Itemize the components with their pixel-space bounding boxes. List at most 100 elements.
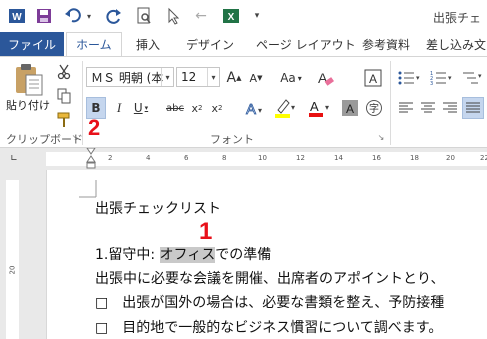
vertical-ruler[interactable]: 20 bbox=[6, 180, 19, 339]
font-name-select[interactable]: ＭＳ 明朝 (本 ▾ bbox=[86, 67, 174, 87]
clipboard-launcher-icon[interactable]: ↘ bbox=[70, 131, 80, 143]
ruler-mark: 12 bbox=[296, 154, 305, 162]
indent-marker-icon[interactable] bbox=[86, 148, 96, 170]
bullets-icon[interactable]: ▾ bbox=[396, 67, 424, 89]
align-center-icon[interactable] bbox=[418, 97, 438, 119]
touch-mode-icon[interactable] bbox=[164, 5, 182, 27]
clear-formatting-icon[interactable]: A bbox=[314, 67, 336, 89]
undo-icon[interactable] bbox=[62, 5, 84, 27]
line1-suffix: での準備 bbox=[215, 247, 272, 263]
font-name-value: ＭＳ 明朝 (本 bbox=[91, 70, 164, 85]
tab-page-layout[interactable]: ページ レイアウト bbox=[256, 32, 356, 56]
ruler-mark: 20 bbox=[446, 154, 455, 162]
svg-text:A: A bbox=[369, 72, 377, 86]
tab-stop-selector-icon[interactable]: ∟ bbox=[8, 153, 20, 165]
redo-icon[interactable] bbox=[104, 5, 124, 27]
superscript-button[interactable]: x2 bbox=[208, 97, 226, 119]
ruler-mark: 8 bbox=[222, 154, 227, 162]
document-line-4[interactable]: □ 目的地で一般的なビジネス慣習について調べます。 bbox=[95, 317, 442, 337]
svg-text:A: A bbox=[310, 99, 319, 114]
selected-text[interactable]: オフィス bbox=[159, 247, 216, 263]
svg-text:X: X bbox=[228, 12, 235, 23]
format-painter-icon[interactable] bbox=[54, 109, 74, 131]
character-shading-icon[interactable]: A bbox=[340, 97, 360, 119]
annotation-number-1: 1 bbox=[199, 218, 213, 245]
group-divider bbox=[390, 61, 391, 145]
horizontal-ruler[interactable]: 2 4 6 8 10 12 14 16 18 20 22 bbox=[46, 148, 487, 169]
tab-home[interactable]: ホーム bbox=[66, 32, 122, 56]
print-preview-icon[interactable] bbox=[134, 5, 154, 27]
back-arrow-icon[interactable]: ← bbox=[192, 5, 210, 27]
document-title[interactable]: 出張チェックリスト bbox=[95, 198, 221, 218]
svg-text:▾: ▾ bbox=[291, 103, 295, 112]
subscript-button[interactable]: x2 bbox=[188, 97, 206, 119]
svg-text:▾: ▾ bbox=[448, 74, 452, 82]
chevron-down-icon: ▾ bbox=[207, 68, 219, 86]
ruler-mark: 14 bbox=[334, 154, 343, 162]
vertical-ruler-mark: 20 bbox=[8, 265, 17, 275]
horizontal-ruler-area: ∟ 2 4 6 8 10 12 14 16 18 20 22 bbox=[0, 148, 487, 170]
svg-text:A: A bbox=[346, 102, 354, 116]
line1-prefix: 1.留守中: bbox=[95, 247, 160, 263]
numbering-icon[interactable]: 1 2 3 ▾ bbox=[428, 67, 456, 89]
svg-text:▾: ▾ bbox=[416, 74, 420, 82]
tab-references[interactable]: 参考資料 bbox=[362, 32, 410, 56]
group-divider bbox=[82, 61, 83, 145]
svg-text:W: W bbox=[12, 12, 22, 23]
text-effects-icon[interactable]: A ▾ bbox=[240, 97, 268, 119]
ruler-mark: 22 bbox=[480, 154, 487, 162]
excel-icon[interactable]: X bbox=[220, 5, 242, 27]
change-case-label: Aa bbox=[280, 71, 296, 85]
svg-text:▾: ▾ bbox=[325, 103, 329, 112]
ruler-mark: 10 bbox=[258, 154, 267, 162]
document-page[interactable]: 出張チェックリスト 1.留守中: オフィスでの準備 出張中に必要な会議を開催、出… bbox=[46, 170, 487, 339]
window-title: 出張チェ bbox=[432, 11, 481, 25]
svg-text:▾: ▾ bbox=[258, 106, 262, 115]
copy-icon[interactable] bbox=[54, 85, 74, 107]
tab-file[interactable]: ファイル bbox=[0, 32, 64, 56]
underline-button[interactable]: U ▾ bbox=[130, 97, 152, 119]
italic-button[interactable]: I bbox=[110, 97, 128, 119]
customize-qat-icon[interactable]: ▾ bbox=[250, 5, 264, 27]
tab-mailings[interactable]: 差し込み文 bbox=[426, 32, 486, 56]
title-bar: W ▾ ← X ▾ 出張チェ bbox=[0, 0, 487, 32]
document-line-3[interactable]: □ 出張が国外の場合は、必要な書類を整え、予防接種 bbox=[95, 292, 444, 312]
ruler-mark: 2 bbox=[108, 154, 113, 162]
font-launcher-icon[interactable]: ↘ bbox=[376, 131, 386, 143]
align-right-icon[interactable] bbox=[440, 97, 460, 119]
font-group-label: フォント bbox=[210, 133, 254, 146]
paste-label[interactable]: 貼り付け bbox=[6, 97, 50, 113]
cut-icon[interactable] bbox=[54, 61, 74, 83]
change-case-button[interactable]: Aa ▾ bbox=[276, 67, 306, 89]
undo-dropdown-icon[interactable]: ▾ bbox=[84, 5, 94, 27]
strikethrough-button[interactable]: abc bbox=[164, 97, 186, 119]
word-icon[interactable]: W bbox=[6, 5, 28, 27]
enclose-characters-icon[interactable]: 字 bbox=[364, 97, 384, 119]
annotation-number-2: 2 bbox=[88, 115, 101, 140]
margin-corner-mark bbox=[79, 180, 97, 198]
multilevel-list-icon[interactable]: ▾ bbox=[460, 67, 486, 89]
svg-text:3: 3 bbox=[430, 81, 433, 86]
tab-design[interactable]: デザイン bbox=[186, 32, 234, 56]
highlight-color-icon[interactable]: ▾ bbox=[272, 97, 298, 119]
font-size-value: 12 bbox=[181, 70, 197, 84]
svg-text:字: 字 bbox=[369, 102, 379, 115]
align-left-icon[interactable] bbox=[396, 97, 416, 119]
document-line-1[interactable]: 1.留守中: オフィスでの準備 bbox=[95, 244, 271, 264]
ribbon: 貼り付け クリップボード ↘ ＭＳ 明朝 (本 ▾ 12 ▾ A ▲ A ▼ Aa ▾… bbox=[0, 56, 487, 148]
grow-font-icon[interactable]: A ▲ bbox=[224, 67, 244, 89]
svg-text:A: A bbox=[246, 101, 256, 117]
shrink-font-icon[interactable]: A ▼ bbox=[246, 67, 266, 89]
paste-icon[interactable] bbox=[8, 61, 48, 99]
document-line-2[interactable]: 出張中に必要な会議を開催、出席者のアポイントとり、 bbox=[95, 268, 444, 288]
save-icon[interactable] bbox=[34, 5, 54, 27]
font-color-icon[interactable]: A ▾ bbox=[306, 97, 332, 119]
character-border-icon[interactable]: A bbox=[362, 67, 384, 89]
ruler-mark: 6 bbox=[184, 154, 189, 162]
justify-icon[interactable] bbox=[462, 97, 484, 119]
ruler-mark: 16 bbox=[372, 154, 381, 162]
tab-insert[interactable]: 挿入 bbox=[136, 32, 160, 56]
ruler-mark: 18 bbox=[410, 154, 419, 162]
font-size-select[interactable]: 12 ▾ bbox=[176, 67, 220, 87]
ribbon-tabs: ファイル ホーム 挿入 デザイン ページ レイアウト 参考資料 差し込み文 bbox=[0, 32, 487, 56]
